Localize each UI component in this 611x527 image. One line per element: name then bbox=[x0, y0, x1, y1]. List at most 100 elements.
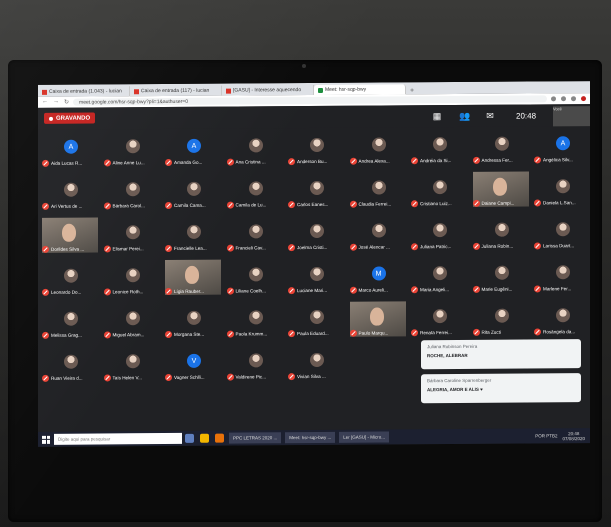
mic-muted-icon bbox=[288, 158, 295, 166]
participant-avatar: M bbox=[371, 266, 386, 281]
participant-tile[interactable]: Morgana Ste... bbox=[165, 303, 223, 340]
participant-tile[interactable]: Ruan Vieira d... bbox=[42, 346, 100, 383]
participant-tile[interactable]: Renata Ferrei... bbox=[411, 301, 469, 338]
mic-muted-icon bbox=[472, 242, 480, 250]
participant-tile[interactable]: Elismar Perei... bbox=[103, 217, 162, 254]
participant-tile[interactable]: Francielle Lea... bbox=[165, 217, 223, 254]
participant-namebar: Renata Ferrei... bbox=[411, 329, 452, 337]
extension-icon[interactable] bbox=[551, 96, 556, 102]
participant-tile[interactable]: M Marco Aureli... bbox=[349, 258, 408, 295]
windows-start-icon[interactable] bbox=[42, 435, 50, 444]
participant-namebar: José Alencar ... bbox=[349, 243, 390, 251]
participant-tile[interactable]: Lígia Rauber... bbox=[165, 259, 223, 297]
taskbar-search-input[interactable]: Digite aqui para pesquisar bbox=[54, 432, 182, 445]
mic-muted-icon bbox=[534, 285, 541, 293]
webcam-icon bbox=[302, 64, 306, 68]
taskbar-app[interactable]: Meet: hsr-sqp-bwy ... bbox=[285, 431, 336, 444]
participant-tile[interactable]: Luciane Mari... bbox=[288, 259, 346, 296]
participant-tile[interactable]: Juliana Robin... bbox=[472, 214, 531, 251]
participant-tile[interactable]: Larissa Duart... bbox=[534, 214, 590, 251]
file-explorer-icon[interactable] bbox=[200, 433, 209, 443]
back-icon[interactable]: ← bbox=[42, 99, 48, 106]
participant-tile[interactable]: Claudia Ferrei... bbox=[349, 172, 408, 209]
participant-tile[interactable]: Francieli Cav... bbox=[226, 216, 285, 253]
participant-tile[interactable]: Rosângela da... bbox=[534, 300, 590, 337]
participant-tile[interactable]: Ana Cristina ... bbox=[226, 130, 285, 167]
browser-tab[interactable]: [GASU] - Interesse aquecendo bbox=[222, 85, 314, 96]
participant-tile[interactable]: Dorildes Silva ... bbox=[42, 217, 100, 254]
participant-tile[interactable]: Anderson Bu... bbox=[288, 130, 346, 167]
participant-tile[interactable]: Paula Eduard... bbox=[288, 302, 346, 339]
participant-tile[interactable]: A Aida Lucas R... bbox=[42, 131, 100, 168]
extension-icon[interactable] bbox=[561, 96, 566, 102]
participant-tile[interactable]: Valdirene Pic... bbox=[226, 345, 285, 382]
vlc-icon[interactable] bbox=[215, 433, 224, 443]
self-view-tile[interactable]: Você bbox=[553, 106, 590, 127]
browser-tab[interactable]: Caixa de entrada (117) - lucian bbox=[130, 85, 222, 97]
participant-tile[interactable]: Daniela L.San... bbox=[534, 171, 590, 208]
participant-tile[interactable]: Melissa Grag... bbox=[42, 303, 100, 340]
taskbar-clock[interactable]: 20:48 07/08/2020 bbox=[562, 431, 585, 441]
participant-tile[interactable]: Camila de Lu... bbox=[226, 173, 285, 210]
participant-tile[interactable]: Aline Anne Lu... bbox=[103, 131, 162, 168]
taskbar-app[interactable]: PPC LETRAS 2020 ... bbox=[229, 432, 282, 444]
participant-tile[interactable]: Andréia da Si... bbox=[411, 129, 469, 166]
taskbar-app[interactable]: Ler [GASU] - Micro... bbox=[339, 431, 390, 443]
participant-tile[interactable]: Andressa Fer... bbox=[472, 128, 531, 165]
extension-icon[interactable] bbox=[571, 96, 576, 102]
mic-muted-icon bbox=[534, 328, 541, 336]
participant-tile[interactable]: Juliana Patric... bbox=[411, 215, 469, 252]
participant-name: Vagner Schlli... bbox=[174, 374, 205, 380]
forward-icon[interactable]: → bbox=[53, 99, 59, 106]
participant-tile[interactable]: Andrea Alexa... bbox=[349, 129, 408, 166]
mic-muted-icon bbox=[226, 201, 234, 209]
participant-tile[interactable]: Paulo Marqu... bbox=[349, 301, 408, 338]
participant-tile[interactable]: Rita Zucti bbox=[472, 300, 531, 337]
participant-namebar: Taís Helen V... bbox=[103, 374, 142, 382]
mic-muted-icon bbox=[349, 329, 357, 337]
participant-namebar: Ari Vertus de ... bbox=[42, 202, 82, 210]
participant-tile[interactable]: Miguel Abram... bbox=[103, 303, 162, 340]
participant-tile[interactable]: Daiane Campi... bbox=[472, 171, 531, 208]
participant-tile[interactable]: Carlos Eanes... bbox=[288, 173, 346, 210]
chat-icon[interactable]: ✉ bbox=[483, 109, 497, 123]
layout-grid-icon[interactable]: ▦ bbox=[430, 109, 444, 123]
people-icon[interactable]: 👥 bbox=[458, 109, 472, 123]
browser-tab[interactable]: Caixa de entrada (1.043) - lucian bbox=[38, 86, 130, 97]
participant-tile[interactable]: A Angélica Silv... bbox=[534, 128, 590, 165]
participant-tile[interactable]: V Vagner Schlli... bbox=[165, 346, 223, 383]
participant-avatar bbox=[433, 223, 447, 238]
participant-tile[interactable]: Bárbara Carol... bbox=[103, 174, 162, 211]
participant-name: Amanda Go... bbox=[174, 159, 203, 165]
reload-icon[interactable]: ↻ bbox=[64, 99, 69, 106]
participant-namebar: Daiane Campi... bbox=[472, 199, 514, 207]
participant-name: Larissa Duart... bbox=[543, 243, 575, 249]
participant-tile[interactable]: Cristiano Luiz... bbox=[411, 172, 469, 209]
participant-avatar bbox=[433, 266, 447, 281]
participant-tile[interactable]: A Amanda Go... bbox=[165, 131, 223, 168]
participant-tile[interactable]: Camila Cama... bbox=[165, 174, 223, 211]
browser-tab-active[interactable]: Meet: hsr-sqp-bwy bbox=[314, 84, 406, 95]
participant-tile[interactable]: Taís Helen V... bbox=[103, 346, 162, 383]
language-indicator[interactable]: POR PTB2 bbox=[535, 433, 557, 438]
chat-notification[interactable]: Juliana Robinson Pereira ROCHE, ALEBRAR bbox=[421, 339, 581, 370]
participant-name: Leonardo Do... bbox=[51, 289, 82, 295]
participant-tile[interactable]: Vivian Silva ... bbox=[288, 345, 346, 382]
participant-tile[interactable]: Ari Vertus de ... bbox=[42, 174, 100, 211]
profile-icon[interactable] bbox=[581, 96, 586, 102]
participant-tile[interactable]: Leonardo Do... bbox=[42, 260, 100, 297]
participant-tile[interactable]: Leonice Roth... bbox=[103, 260, 162, 297]
participant-tile[interactable]: Marie Eugêni... bbox=[472, 257, 531, 294]
participant-tile[interactable]: Paola Krumm... bbox=[226, 302, 285, 339]
participant-tile[interactable]: Joelma Cristi... bbox=[288, 216, 346, 253]
participant-tile[interactable]: José Alencar ... bbox=[349, 215, 408, 252]
task-view-icon[interactable] bbox=[185, 433, 194, 443]
participant-namebar: Lígia Rauber... bbox=[165, 287, 204, 296]
participant-tile[interactable]: Liliane Coelh... bbox=[226, 259, 285, 296]
gmail-icon bbox=[134, 88, 139, 94]
participant-tile[interactable]: Maria Angeli... bbox=[411, 258, 469, 295]
mic-muted-icon bbox=[42, 288, 49, 296]
participant-tile[interactable]: Marlene Fer... bbox=[534, 257, 590, 294]
mic-muted-icon bbox=[534, 199, 541, 207]
chat-notification[interactable]: Bárbara Caroline Sparrenberger ALEGRIA, … bbox=[421, 373, 581, 404]
